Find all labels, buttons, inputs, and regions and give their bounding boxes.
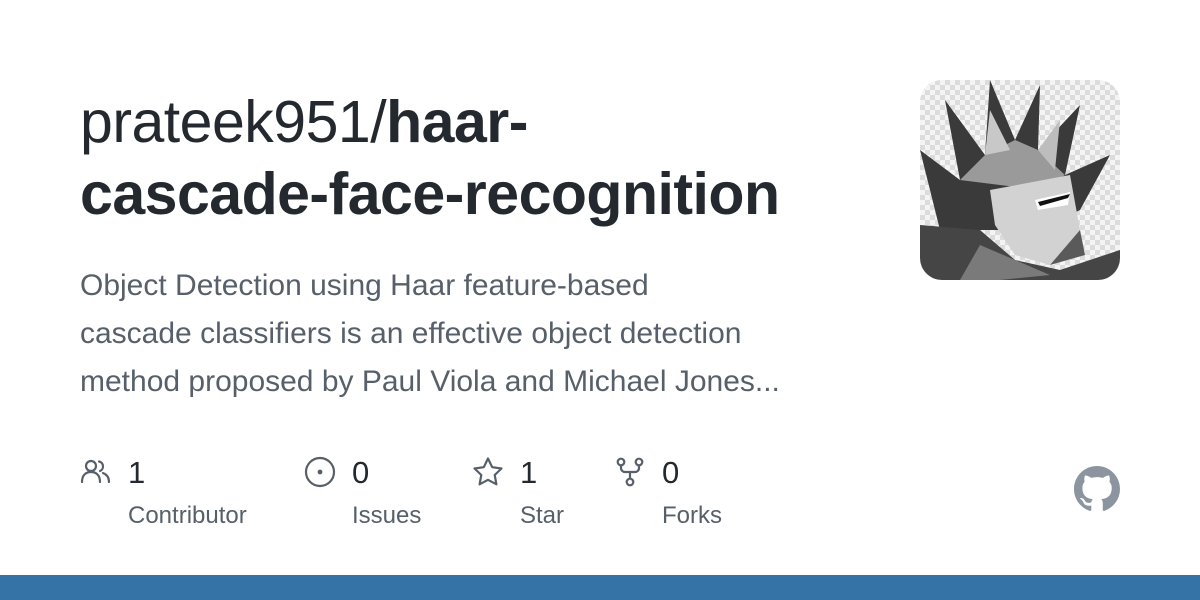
stars-label: Star bbox=[520, 502, 565, 529]
people-icon bbox=[80, 456, 112, 488]
avatar-image-icon bbox=[920, 80, 1120, 280]
repo-forked-icon bbox=[614, 456, 646, 488]
repo-name-line-1: haar- bbox=[386, 89, 528, 155]
star-icon bbox=[472, 456, 504, 488]
repo-description-line-2: cascade classifiers is an effective obje… bbox=[80, 317, 742, 350]
issues-count: 0 bbox=[352, 455, 370, 490]
stars-count: 1 bbox=[520, 455, 538, 490]
contributors-count: 1 bbox=[128, 455, 146, 490]
repo-name-line-2: cascade-face-recognition bbox=[80, 161, 780, 227]
language-bar bbox=[0, 575, 1200, 600]
owner-avatar bbox=[920, 80, 1120, 280]
repo-title: prateek951/haar- cascade-face-recognitio… bbox=[80, 86, 880, 230]
github-mark-icon[interactable] bbox=[1074, 466, 1120, 512]
contributors-label: Contributor bbox=[128, 502, 247, 529]
forks-label: Forks bbox=[662, 502, 722, 529]
repo-owner: prateek951/ bbox=[80, 89, 387, 155]
repo-description-line-1: Object Detection using Haar feature-base… bbox=[80, 269, 649, 302]
forks-count: 0 bbox=[662, 455, 680, 490]
repo-description: Object Detection using Haar feature-base… bbox=[80, 262, 880, 406]
issue-opened-icon bbox=[304, 456, 336, 488]
issues-label: Issues bbox=[352, 502, 422, 529]
repo-description-line-3: method proposed by Paul Viola and Michae… bbox=[80, 365, 780, 398]
